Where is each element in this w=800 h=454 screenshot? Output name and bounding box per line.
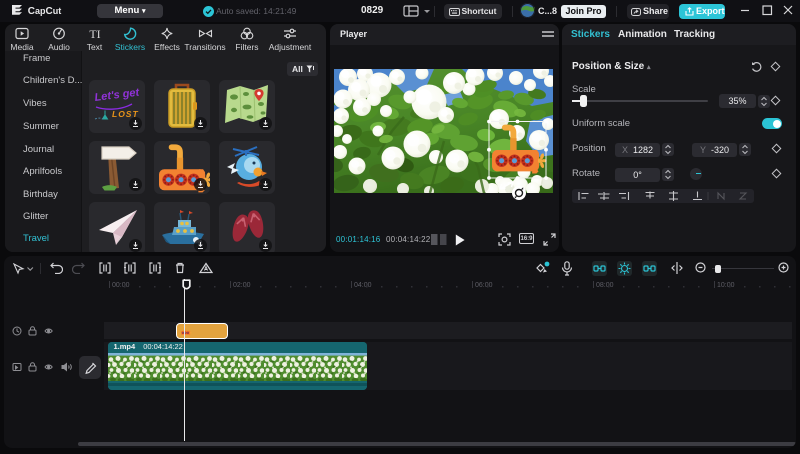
svg-text:TI: TI	[89, 27, 100, 40]
svg-text:Let's get: Let's get	[94, 86, 141, 104]
